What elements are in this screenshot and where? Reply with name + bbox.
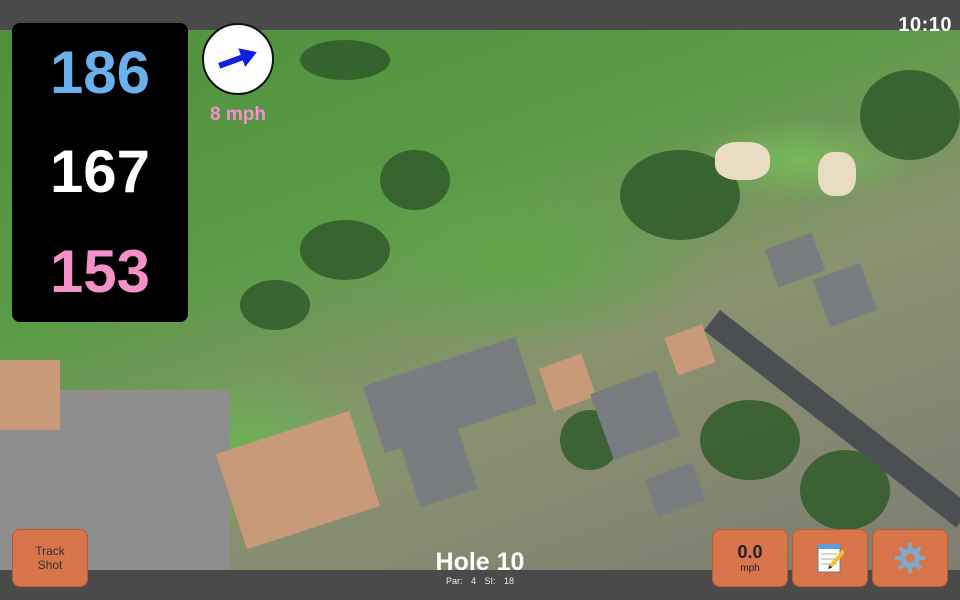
hole-title: Hole 10 (435, 548, 525, 576)
hole-par: Par: 4 (445, 576, 476, 586)
hole-meta: Par: 4 SI: 18 (380, 576, 580, 586)
tree-cluster (240, 280, 310, 330)
track-shot-label: Track Shot (35, 544, 65, 572)
building-roof (215, 410, 381, 550)
gear-icon (895, 543, 925, 573)
bunker (715, 142, 770, 180)
arrow-icon (218, 48, 257, 69)
distance-front: 153 (49, 238, 151, 306)
tree-cluster (860, 70, 960, 160)
wind-indicator (202, 23, 274, 95)
notepad-icon (817, 544, 844, 573)
speed-button[interactable]: 0.0 mph (712, 529, 788, 587)
tree-cluster (300, 220, 390, 280)
hole-si: SI: 18 (484, 576, 515, 586)
speed-value: 0.0 (737, 542, 763, 562)
settings-button[interactable] (872, 529, 948, 587)
tree-cluster (380, 150, 450, 210)
track-shot-button[interactable]: Track Shot (12, 529, 88, 587)
notes-button[interactable] (792, 529, 868, 587)
bunker (818, 152, 856, 196)
tree-cluster (700, 400, 800, 480)
building-roof (644, 462, 706, 518)
distance-middle: 167 (49, 138, 151, 206)
hole-info: Hole 10 Par: 4 SI: 18 (380, 548, 580, 586)
building-roof (0, 360, 60, 430)
speed-unit: mph (740, 563, 760, 574)
distance-panel: 186 167 153 (12, 23, 188, 322)
wind-speed: 8 mph (210, 104, 266, 125)
clock: 10:10 (898, 14, 952, 36)
distance-back: 186 (49, 38, 151, 106)
building-roof (812, 262, 878, 328)
building-roof (538, 353, 597, 412)
tree-cluster (300, 40, 390, 80)
